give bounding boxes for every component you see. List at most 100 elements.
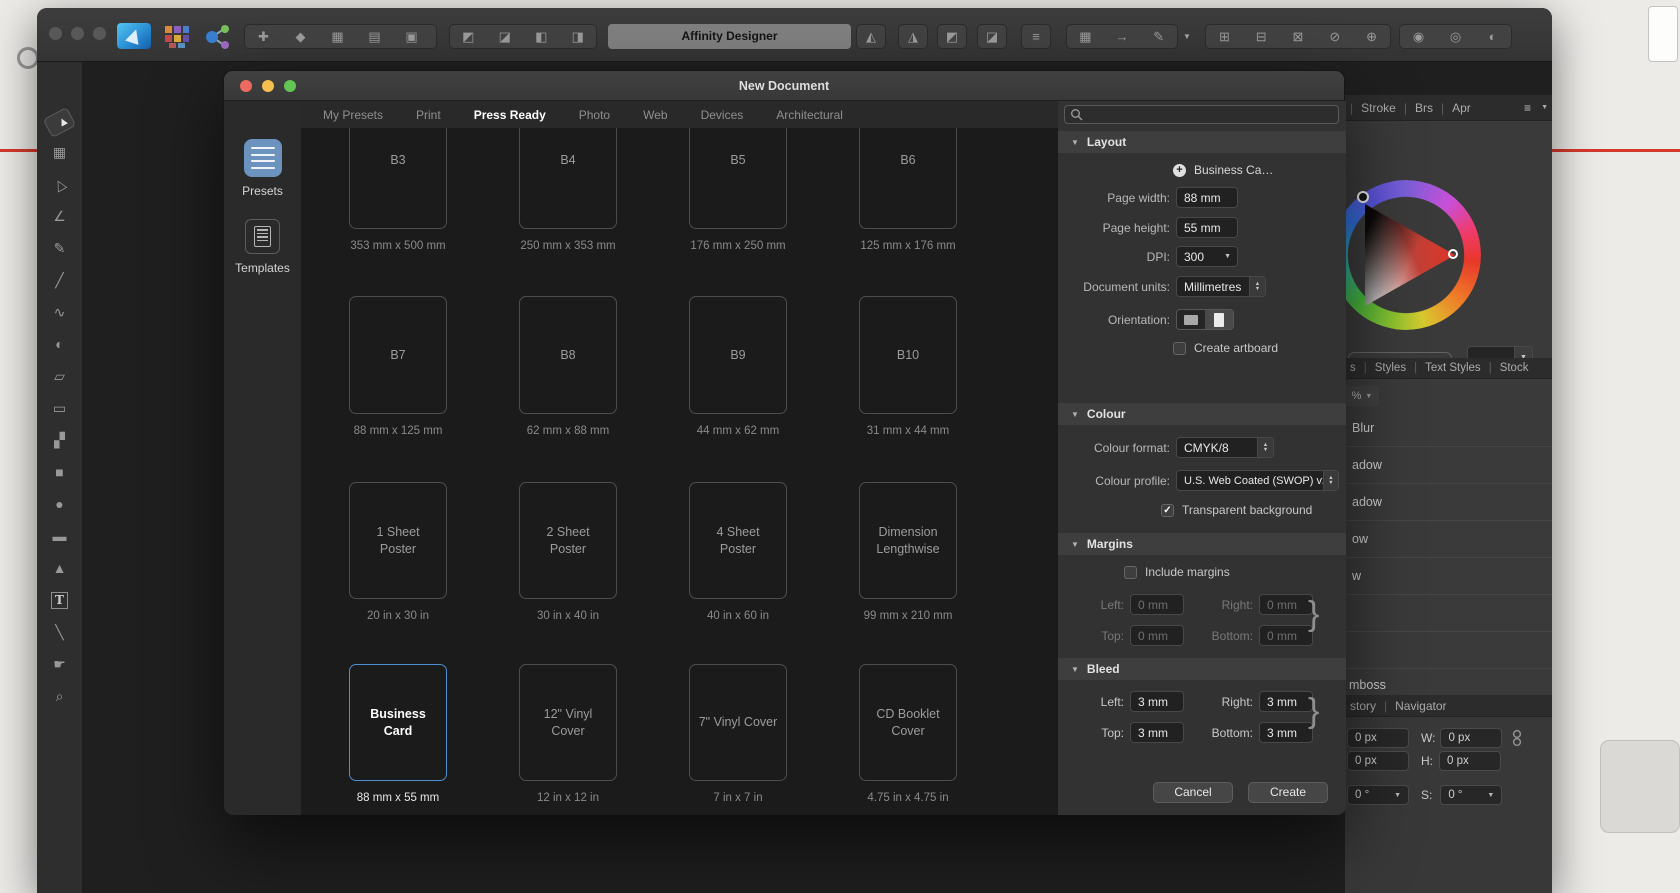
insert-ontop-icon[interactable]: ◐ xyxy=(1474,25,1511,48)
orientation-landscape-button[interactable] xyxy=(1177,310,1205,329)
symbol-icon[interactable]: ✚ xyxy=(245,25,282,48)
preset-card[interactable]: 1 Sheet Poster xyxy=(349,482,447,599)
dialog-minimize-button[interactable] xyxy=(262,80,274,92)
dialog-zoom-button[interactable] xyxy=(284,80,296,92)
preset-card[interactable]: B4 xyxy=(519,128,617,229)
effect-row[interactable]: w xyxy=(1345,558,1552,595)
node-graph-icon[interactable] xyxy=(204,24,232,50)
arrange-forward-icon[interactable]: ◩ xyxy=(450,25,487,48)
preset-card[interactable]: 2 Sheet Poster xyxy=(519,482,617,599)
grid-icon[interactable]: ▦ xyxy=(319,25,356,48)
rail-item-templates[interactable]: Templates xyxy=(224,219,301,275)
bleed-right-field[interactable]: 3 mm xyxy=(1259,691,1313,712)
move-tool[interactable]: ▲ xyxy=(43,107,77,138)
preset-category-tab[interactable]: Press Ready xyxy=(474,108,546,122)
preset-card[interactable]: 12" Vinyl Cover xyxy=(519,664,617,781)
bleed-left-field[interactable]: 3 mm xyxy=(1130,691,1184,712)
export-icon[interactable]: → xyxy=(1104,25,1141,48)
arrange-back-icon[interactable]: ◨ xyxy=(560,25,597,48)
dialog-close-button[interactable] xyxy=(240,80,252,92)
page-width-field[interactable]: 88 mm xyxy=(1176,187,1238,208)
margin-right-field[interactable]: 0 mm xyxy=(1259,594,1313,615)
panel-menu-icon[interactable]: ≡ xyxy=(1524,101,1533,115)
section-header-bleed[interactable]: ▼ Bleed xyxy=(1058,658,1346,680)
persona-grid-icon[interactable] xyxy=(164,25,190,49)
shapes-overlap-icon[interactable]: ◆ xyxy=(282,25,319,48)
stepper-icon[interactable]: ▲▼ xyxy=(1257,438,1273,457)
preset-category-tab[interactable]: Print xyxy=(416,108,441,122)
effect-row[interactable] xyxy=(1345,595,1552,632)
add-preset-icon[interactable]: + xyxy=(1173,164,1186,177)
margin-left-field[interactable]: 0 mm xyxy=(1130,594,1184,615)
tab-navigator[interactable]: Navigator xyxy=(1395,699,1446,713)
rounded-rectangle-tool[interactable]: ▬ xyxy=(46,523,73,549)
effect-row[interactable]: adow xyxy=(1345,484,1552,521)
ellipse-tool[interactable]: ● xyxy=(46,491,73,517)
stepper-icon[interactable]: ▲▼ xyxy=(1323,471,1338,490)
tab-appearance[interactable]: Apr xyxy=(1452,101,1471,115)
preset-card[interactable]: B8 xyxy=(519,296,617,414)
section-header-layout[interactable]: ▼ Layout xyxy=(1058,131,1346,153)
insert-inside-icon[interactable]: ◎ xyxy=(1437,25,1474,48)
orientation-portrait-button[interactable] xyxy=(1205,310,1233,329)
tab-stock[interactable]: Stock xyxy=(1500,362,1529,374)
hue-handle[interactable] xyxy=(1357,191,1369,203)
alignment-icon[interactable]: ≡ xyxy=(1021,24,1051,49)
effect-row[interactable] xyxy=(1345,632,1552,669)
preset-name-chip[interactable]: + Business Ca… xyxy=(1058,161,1346,179)
place-image-tool[interactable]: ▭ xyxy=(46,395,73,421)
width-field[interactable]: 0 px xyxy=(1440,728,1502,748)
marquee-grid-icon[interactable]: ▣ xyxy=(393,25,430,48)
window-minimize-button[interactable] xyxy=(71,27,84,40)
rectangle-tool[interactable]: ■ xyxy=(46,459,73,485)
margin-bottom-field[interactable]: 0 mm xyxy=(1259,625,1313,646)
rail-item-presets[interactable]: Presets xyxy=(224,139,301,198)
node-tool[interactable]: △ xyxy=(41,166,77,202)
document-units-select[interactable]: Millimetres ▲▼ xyxy=(1176,276,1266,297)
preset-card[interactable]: B5 xyxy=(689,128,787,229)
bleed-bottom-field[interactable]: 3 mm xyxy=(1259,722,1313,743)
snapping-icon[interactable]: ▦ xyxy=(1067,25,1104,48)
rotation-field[interactable]: 0 °▼ xyxy=(1347,785,1409,805)
fill-tool[interactable]: ◐ xyxy=(46,331,73,357)
preset-card[interactable]: B7 xyxy=(349,296,447,414)
preset-card[interactable]: Dimension Lengthwise xyxy=(859,482,957,599)
grid-select-icon[interactable]: ▤ xyxy=(356,25,393,48)
link-dimensions-icon[interactable] xyxy=(1512,727,1522,749)
preset-category-tab[interactable]: Web xyxy=(643,108,667,122)
boolean-intersect-icon[interactable]: ⊠ xyxy=(1280,25,1317,48)
window-close-button[interactable] xyxy=(49,27,62,40)
bleed-top-field[interactable]: 3 mm xyxy=(1130,722,1184,743)
section-header-margins[interactable]: ▼ Margins xyxy=(1058,533,1346,555)
y-position-field[interactable]: 0 px xyxy=(1347,751,1409,771)
effect-row[interactable]: adow xyxy=(1345,447,1552,484)
opacity-dropdown[interactable]: %▼ xyxy=(1345,386,1379,406)
pencil-tool[interactable]: ╱ xyxy=(46,267,73,293)
preset-category-tab[interactable]: My Presets xyxy=(323,108,383,122)
boolean-combine-icon[interactable]: ⊕ xyxy=(1353,25,1390,48)
tab-history[interactable]: story xyxy=(1350,699,1376,713)
preset-card[interactable]: CD Booklet Cover xyxy=(859,664,957,781)
transparent-background-checkbox[interactable]: ✓ xyxy=(1161,504,1174,517)
vector-brush-tool[interactable]: ∿ xyxy=(46,299,73,325)
dpi-dropdown[interactable]: 300▼ xyxy=(1176,246,1238,267)
style-pencil-icon[interactable]: ✎ xyxy=(1140,25,1177,48)
preset-category-tab[interactable]: Devices xyxy=(701,108,744,122)
saturation-handle[interactable] xyxy=(1448,249,1458,259)
preset-card[interactable]: 7" Vinyl Cover xyxy=(689,664,787,781)
order-forward-icon[interactable]: ◩ xyxy=(937,24,967,49)
preset-card[interactable]: B6 xyxy=(859,128,957,229)
create-artboard-checkbox[interactable] xyxy=(1173,342,1186,355)
preset-category-tab[interactable]: Photo xyxy=(579,108,610,122)
flip-vertical-icon[interactable]: ◮ xyxy=(898,24,928,49)
boolean-subtract-icon[interactable]: ⊟ xyxy=(1243,25,1280,48)
preset-category-tab[interactable]: Architectural xyxy=(776,108,843,122)
toolbar-dropdown-caret[interactable]: ▼ xyxy=(1183,32,1191,41)
tab-stroke[interactable]: Stroke xyxy=(1361,101,1396,115)
arrange-backward-icon[interactable]: ◪ xyxy=(487,25,524,48)
create-button[interactable]: Create xyxy=(1248,782,1328,803)
pen-tool[interactable]: ✎ xyxy=(46,235,73,261)
window-zoom-button[interactable] xyxy=(93,27,106,40)
colour-picker-tool[interactable]: ╲ xyxy=(46,619,73,645)
effect-row-emboss[interactable]: mboss xyxy=(1349,678,1386,692)
